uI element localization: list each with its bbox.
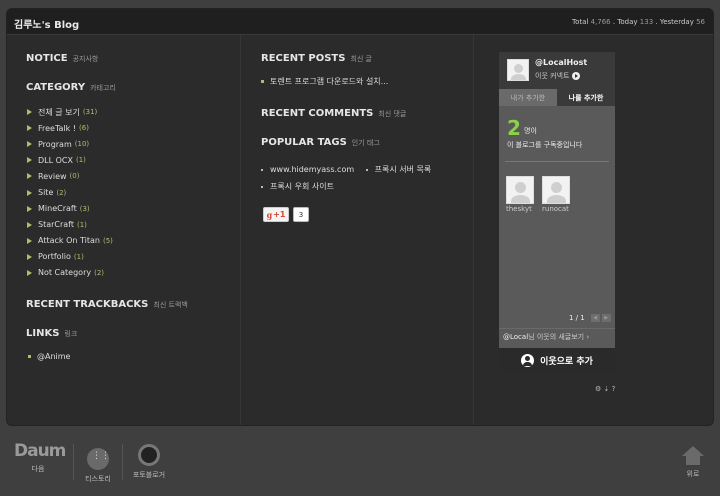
subscriber-count: 2	[507, 116, 521, 140]
triangle-icon	[27, 205, 32, 212]
plus-one-count: 3	[293, 207, 309, 222]
triangle-icon	[27, 157, 32, 164]
category-item[interactable]: FreeTalk ! (6)	[27, 120, 113, 136]
triangle-icon	[27, 189, 32, 196]
triangle-icon	[27, 269, 32, 276]
tag-item[interactable]: 프록시 서버 목록	[365, 162, 431, 178]
tag-cloud: www.hidemyass.com 프록시 서버 목록 프록시 우회 사이트	[261, 161, 461, 195]
bullet-icon	[28, 355, 31, 358]
camera-icon	[138, 444, 160, 466]
blog-title[interactable]: 김루노's Blog	[14, 16, 79, 31]
triangle-icon	[27, 109, 32, 116]
friend-item[interactable]: runocat	[542, 176, 572, 213]
subscriber-message: 이 블로그를 구독중입니다	[507, 141, 583, 149]
link-anime[interactable]: @Anime	[28, 352, 70, 361]
category-item[interactable]: Site (2)	[27, 184, 113, 200]
recent-post-item[interactable]: 토렌트 프로그램 다운로드와 설치...	[261, 76, 388, 87]
visitor-stats: Total 4,766 . Today 133 . Yesterday 56	[571, 18, 705, 26]
next-page-button[interactable]: ▶	[601, 314, 611, 322]
footer-separator	[73, 444, 74, 480]
tab-added-by-me[interactable]: 내가 추가한	[499, 89, 557, 106]
blog-frame: 김루노's Blog Total 4,766 . Today 133 . Yes…	[6, 8, 714, 426]
owner-avatar	[507, 59, 529, 81]
google-plus-one-button[interactable]: g +1	[263, 207, 289, 222]
friend-avatar	[542, 176, 570, 204]
middle-column: RECENT POSTS 최신 글 토렌트 프로그램 다운로드와 설치... RE…	[241, 35, 474, 425]
notice-heading: NOTICE 공지사항	[26, 53, 99, 64]
add-neighbor-button[interactable]: 이웃으로 추가	[499, 348, 615, 372]
bullet-icon	[261, 186, 263, 188]
triangle-icon	[27, 237, 32, 244]
friend-item[interactable]: theskyt	[506, 176, 536, 213]
category-list: 전체 글 보기 (31) FreeTalk ! (6) Program (10) DL…	[27, 104, 113, 281]
google-icon: g	[266, 209, 273, 220]
category-item[interactable]: 전체 글 보기 (31)	[27, 104, 113, 120]
tistory-icon	[87, 448, 110, 470]
friend-avatar	[506, 176, 534, 204]
recent-comments-heading: RECENT COMMENTS 최신 댓글	[261, 108, 407, 119]
category-item[interactable]: Portfolio (1)	[27, 249, 113, 265]
divider	[499, 328, 615, 329]
triangle-icon	[27, 125, 32, 132]
top-bar: 김루노's Blog Total 4,766 . Today 133 . Yes…	[7, 9, 713, 35]
tab-added-me[interactable]: 나를 추가한	[557, 89, 615, 106]
arrow-up-icon	[682, 446, 704, 456]
recent-posts-heading: RECENT POSTS 최신 글	[261, 53, 372, 64]
google-plus-widget: g +1 3	[263, 207, 309, 222]
trackbacks-heading: RECENT TRACKBACKS 최신 트랙백	[26, 299, 188, 310]
footer-separator	[122, 444, 123, 480]
user-icon	[521, 353, 535, 367]
widget-header: @LocalHost 이웃 커넥트	[499, 52, 615, 89]
divider	[505, 161, 609, 162]
bullet-icon	[261, 80, 264, 83]
category-item[interactable]: Not Category (2)	[27, 265, 113, 281]
category-item[interactable]: Program (10)	[27, 136, 113, 152]
tag-item[interactable]: 프록시 우회 사이트	[261, 179, 334, 195]
popular-tags-heading: POPULAR TAGS 인기 태그	[261, 137, 380, 148]
right-column: @LocalHost 이웃 커넥트 내가 추가한 나를 추가한 2 명이 이 블…	[474, 35, 713, 425]
scroll-to-top-button[interactable]: 위로	[678, 434, 708, 479]
links-heading: LINKS 링크	[26, 328, 78, 339]
category-item[interactable]: StarCraft (1)	[27, 217, 113, 233]
neighbor-connect-link[interactable]: 이웃 커넥트	[535, 71, 581, 81]
pager: 1 / 1 ◀ ▶	[569, 314, 611, 322]
footer-photoblogger[interactable]: 포토블로거	[127, 434, 171, 480]
prev-page-button[interactable]: ◀	[590, 314, 600, 322]
neighbor-connect-widget: @LocalHost 이웃 커넥트 내가 추가한 나를 추가한 2 명이 이 블…	[499, 52, 615, 372]
category-item[interactable]: DLL OCX (1)	[27, 152, 113, 168]
footer: Daum 다음 티스토리 포토블로거 위로	[0, 434, 720, 496]
widget-tools[interactable]: ⚙ ⇣ ?	[595, 385, 615, 393]
owner-name[interactable]: @LocalHost	[535, 58, 587, 67]
neighbor-new-posts-link[interactable]: @Local님 이웃의 새글보기 ›	[503, 332, 589, 342]
footer-daum[interactable]: Daum 다음	[14, 434, 66, 474]
bullet-icon	[365, 169, 368, 171]
left-column: NOTICE 공지사항 CATEGORY 카테고리 전체 글 보기 (31) Free…	[7, 35, 241, 425]
triangle-icon	[27, 173, 32, 180]
category-item[interactable]: MineCraft (3)	[27, 201, 113, 217]
triangle-icon	[27, 253, 32, 260]
triangle-icon	[27, 141, 32, 148]
category-heading: CATEGORY 카테고리	[26, 82, 116, 93]
subscriber-unit: 명이	[524, 127, 537, 135]
category-item[interactable]: Review (0)	[27, 168, 113, 184]
triangle-icon	[27, 221, 32, 228]
daum-logo-icon: Daum	[14, 441, 66, 461]
bullet-icon	[261, 169, 263, 171]
tag-item[interactable]: www.hidemyass.com	[261, 162, 354, 178]
category-item[interactable]: Attack On Titan (5)	[27, 233, 113, 249]
play-icon	[572, 72, 581, 80]
footer-tistory[interactable]: 티스토리	[80, 434, 116, 484]
